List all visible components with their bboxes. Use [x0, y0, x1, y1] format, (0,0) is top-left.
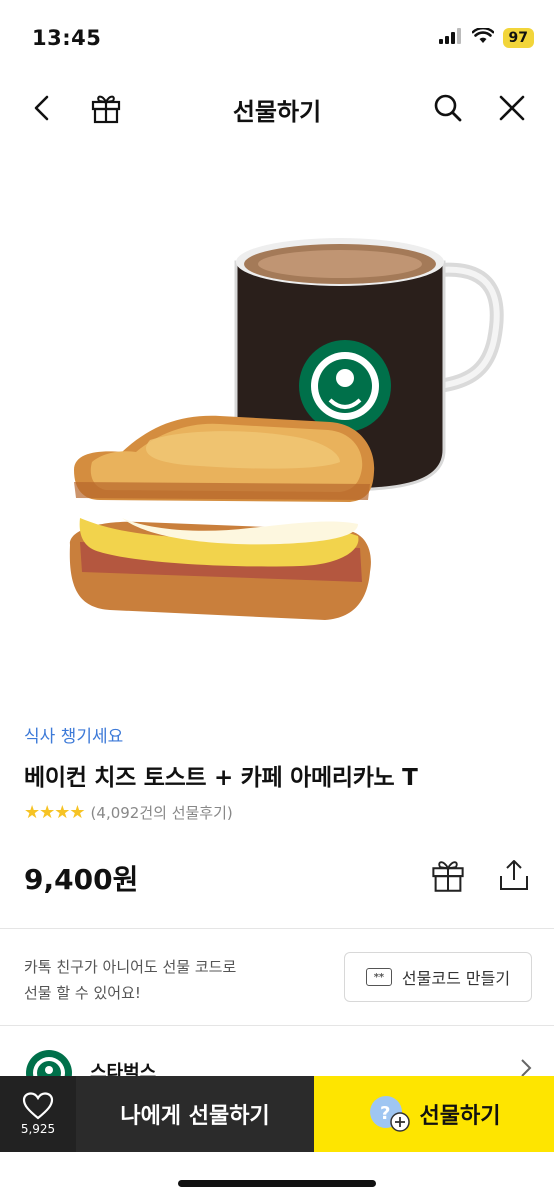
svg-text:?: ? — [380, 1103, 390, 1124]
status-icons: 97 — [438, 27, 534, 48]
rating-row[interactable]: ★★★★ (4,092건의 선물후기) — [24, 802, 233, 823]
make-gift-code-label: 선물코드 만들기 — [401, 969, 511, 988]
search-button[interactable] — [428, 88, 468, 128]
search-icon — [434, 94, 462, 122]
like-button[interactable]: 5,925 — [0, 1076, 76, 1152]
gift-wishlist-button[interactable] — [429, 856, 467, 894]
gift-to-self-button[interactable]: 나에게 선물하기 — [76, 1076, 314, 1152]
gift-code-line-1: 카톡 친구가 아니어도 선물 코드로 — [24, 958, 237, 976]
gift-box-icon — [432, 861, 464, 892]
gift-code-line-2: 선물 할 수 있어요! — [24, 984, 141, 1002]
gift-code-description: 카톡 친구가 아니어도 선물 코드로 선물 할 수 있어요! — [24, 954, 236, 1006]
nav-bar: 선물하기 — [0, 80, 554, 136]
section-divider — [0, 928, 554, 929]
status-bar: 13:45 97 — [0, 0, 554, 80]
home-indicator[interactable] — [178, 1180, 376, 1187]
signal-icon — [438, 28, 463, 48]
close-button[interactable] — [492, 88, 532, 128]
gift-button[interactable]: ? 선물하기 — [314, 1076, 554, 1152]
product-price: 9,400원 — [24, 863, 139, 896]
page-title: 선물하기 — [232, 98, 322, 126]
home-indicator-area — [0, 1152, 554, 1200]
status-time: 13:45 — [32, 26, 102, 50]
product-title: 베이컨 치즈 토스트 + 카페 아메리카노 T — [24, 765, 418, 791]
close-icon — [499, 95, 525, 121]
share-button[interactable] — [495, 856, 533, 894]
wifi-icon — [471, 27, 494, 48]
rating-stars: ★★★★ — [24, 802, 86, 823]
brand-row[interactable]: 스타벅스 — [0, 1026, 554, 1096]
share-icon — [500, 860, 528, 890]
heart-icon — [22, 1092, 54, 1120]
battery-icon: 97 — [502, 28, 534, 48]
category-link[interactable]: 식사 챙기세요 — [24, 722, 123, 747]
make-gift-code-button[interactable]: ** 선물코드 만들기 — [344, 952, 532, 1002]
code-icon: ** — [365, 968, 392, 986]
gift-button-label: 선물하기 — [419, 1104, 501, 1129]
bottom-action-bar: 5,925 나에게 선물하기 ? 선물하기 — [0, 1076, 554, 1152]
product-image — [40, 200, 520, 640]
like-count: 5,925 — [20, 1122, 56, 1136]
toast-sandwich-illustration — [69, 415, 375, 620]
friend-select-icon: ? — [368, 1094, 412, 1134]
review-count: (4,092건의 선물후기) — [90, 804, 233, 822]
